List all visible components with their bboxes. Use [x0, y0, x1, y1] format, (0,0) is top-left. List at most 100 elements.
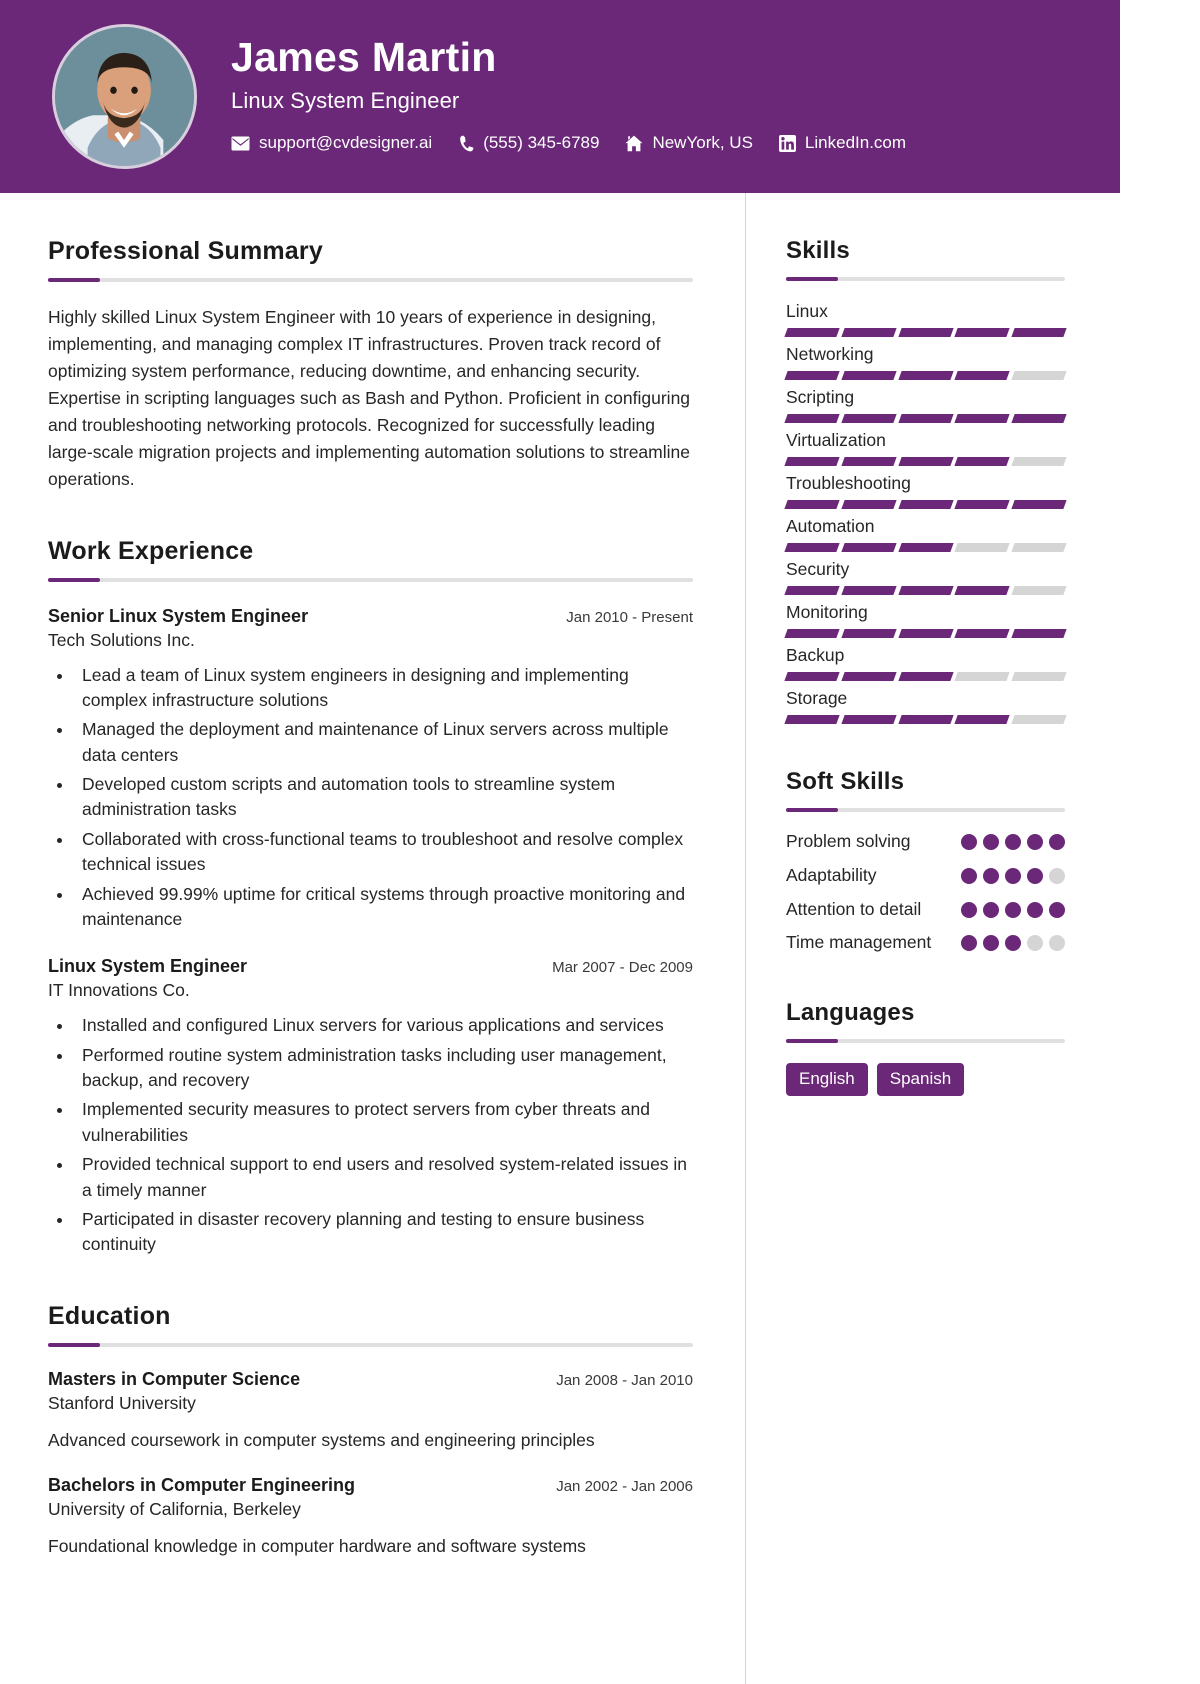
contact-list: support@cvdesigner.ai (555) 345-6789 New… — [231, 133, 906, 153]
skill-bar-segment — [954, 457, 1010, 466]
skill-bar-segment — [954, 543, 1010, 552]
skill-label: Storage — [786, 688, 848, 708]
skill-bar-segment — [1011, 371, 1067, 380]
skill-bar-segment — [1011, 543, 1067, 552]
section-skills: Skills Linux Networking Scripting Virtualiz… — [784, 237, 1067, 724]
contact-location-label: NewYork, US — [652, 133, 753, 153]
profile-photo-icon — [55, 27, 194, 166]
soft-skill-row: Time management — [786, 931, 1065, 955]
work-title: Linux System Engineer — [48, 956, 248, 977]
skill-bar-segment — [841, 543, 897, 552]
skill-bar-segment — [954, 715, 1010, 724]
rating-dot — [1005, 935, 1021, 952]
skills-rule — [786, 277, 1065, 281]
rating-dot — [1027, 901, 1043, 918]
skill-row: Virtualization — [784, 430, 1067, 466]
rating-dot — [983, 867, 999, 884]
contact-email-label: support@cvdesigner.ai — [259, 133, 433, 153]
skill-bar-segment — [1011, 586, 1067, 595]
skill-bar-segment — [841, 371, 897, 380]
skill-row: Monitoring — [784, 602, 1067, 638]
contact-phone[interactable]: (555) 345-6789 — [458, 133, 599, 153]
skill-label: Monitoring — [786, 602, 868, 622]
skill-bar-segment — [954, 328, 1010, 337]
skill-bar-segment — [1011, 414, 1067, 423]
skill-level-bar — [784, 629, 1067, 638]
skill-row: Security — [784, 559, 1067, 595]
skill-row: Troubleshooting — [784, 473, 1067, 509]
rating-dot — [1027, 867, 1043, 884]
skill-label: Troubleshooting — [786, 473, 911, 493]
work-bullet: Achieved 99.99% uptime for critical syst… — [74, 882, 693, 933]
skill-row: Backup — [784, 645, 1067, 681]
skills-list: Linux Networking Scripting Virtualization Tr… — [784, 301, 1067, 724]
contact-phone-label: (555) 345-6789 — [483, 133, 600, 153]
skill-label: Backup — [786, 645, 845, 665]
skill-bar-segment — [954, 371, 1010, 380]
work-bullet: Installed and configured Linux servers f… — [74, 1013, 693, 1038]
skill-bar-segment — [897, 543, 954, 552]
education-entry: Bachelors in Computer Engineering Jan 20… — [48, 1475, 693, 1559]
section-education: Education Masters in Computer Science Ja… — [48, 1302, 693, 1560]
skill-bar-segment — [841, 672, 897, 681]
skill-bar-segment — [897, 328, 954, 337]
soft-skill-label: Time management — [786, 932, 932, 953]
avatar — [52, 24, 197, 169]
skill-bar-segment — [784, 457, 840, 466]
resume-body: Professional Summary Highly skilled Linu… — [0, 193, 1120, 1684]
skill-label: Virtualization — [786, 430, 886, 450]
skill-bar-segment — [841, 715, 897, 724]
work-bullet: Collaborated with cross-functional teams… — [74, 827, 693, 878]
rating-dot — [1027, 935, 1043, 952]
skill-bar-segment — [954, 500, 1010, 509]
languages-rule — [786, 1039, 1065, 1044]
soft-skill-row: Adaptability — [786, 864, 1065, 888]
work-bullet: Developed custom scripts and automation … — [74, 772, 693, 823]
skill-bar-segment — [1011, 672, 1067, 681]
rating-dot — [1049, 901, 1065, 918]
sidebar-column: Skills Linux Networking Scripting Virtualiz… — [746, 193, 1120, 1684]
work-bullet: Implemented security measures to protect… — [74, 1097, 693, 1148]
education-entry-header: Masters in Computer Science Jan 2008 - J… — [48, 1369, 693, 1390]
education-school: University of California, Berkeley — [48, 1499, 301, 1520]
rating-dot — [1049, 834, 1065, 850]
soft-skill-label: Problem solving — [786, 831, 911, 851]
main-column: Professional Summary Highly skilled Linu… — [0, 193, 745, 1684]
skill-level-bar — [784, 371, 1067, 380]
skill-label: Automation — [786, 516, 875, 536]
work-entry-header: Senior Linux System Engineer Jan 2010 - … — [48, 606, 693, 627]
contact-location[interactable]: NewYork, US — [625, 133, 753, 153]
education-date: Jan 2008 - Jan 2010 — [556, 1371, 693, 1389]
contact-email[interactable]: support@cvdesigner.ai — [231, 133, 432, 153]
work-bullet: Performed routine system administration … — [74, 1043, 693, 1094]
rating-dot — [1005, 834, 1021, 850]
education-school: Stanford University — [48, 1392, 196, 1413]
work-bullet: Lead a team of Linux system engineers in… — [74, 663, 693, 714]
soft-skill-rating — [961, 898, 1065, 918]
skill-row: Storage — [784, 688, 1067, 724]
candidate-name: James Martin — [231, 33, 497, 80]
education-degree: Bachelors in Computer Engineering — [48, 1475, 356, 1496]
education-rule — [48, 1342, 693, 1347]
section-languages: Languages English Spanish — [786, 999, 1065, 1097]
skill-row: Automation — [784, 516, 1067, 552]
skill-label: Linux — [786, 301, 828, 321]
skill-bar-segment — [784, 328, 840, 337]
education-degree: Masters in Computer Science — [48, 1368, 301, 1389]
summary-rule — [48, 278, 693, 282]
rating-dot — [1049, 935, 1065, 952]
skill-bar-segment — [841, 457, 897, 466]
contact-linkedin[interactable]: LinkedIn.com — [778, 133, 906, 153]
skill-bar-segment — [1011, 328, 1067, 337]
soft-skills-heading: Soft Skills — [786, 768, 905, 795]
resume-header: James Martin Linux System Engineer suppo… — [0, 0, 1120, 193]
work-entry: Senior Linux System Engineer Jan 2010 - … — [48, 606, 693, 933]
skill-bar-segment — [897, 414, 954, 423]
skill-bar-segment — [954, 586, 1010, 595]
skill-level-bar — [784, 715, 1067, 724]
skill-bar-segment — [784, 543, 840, 552]
skill-row: Linux — [784, 301, 1067, 337]
soft-skills-list: Problem solving Adaptability Attention to … — [786, 830, 1065, 955]
work-rule — [48, 577, 693, 582]
work-entry-header: Linux System Engineer Mar 2007 - Dec 200… — [48, 956, 693, 977]
